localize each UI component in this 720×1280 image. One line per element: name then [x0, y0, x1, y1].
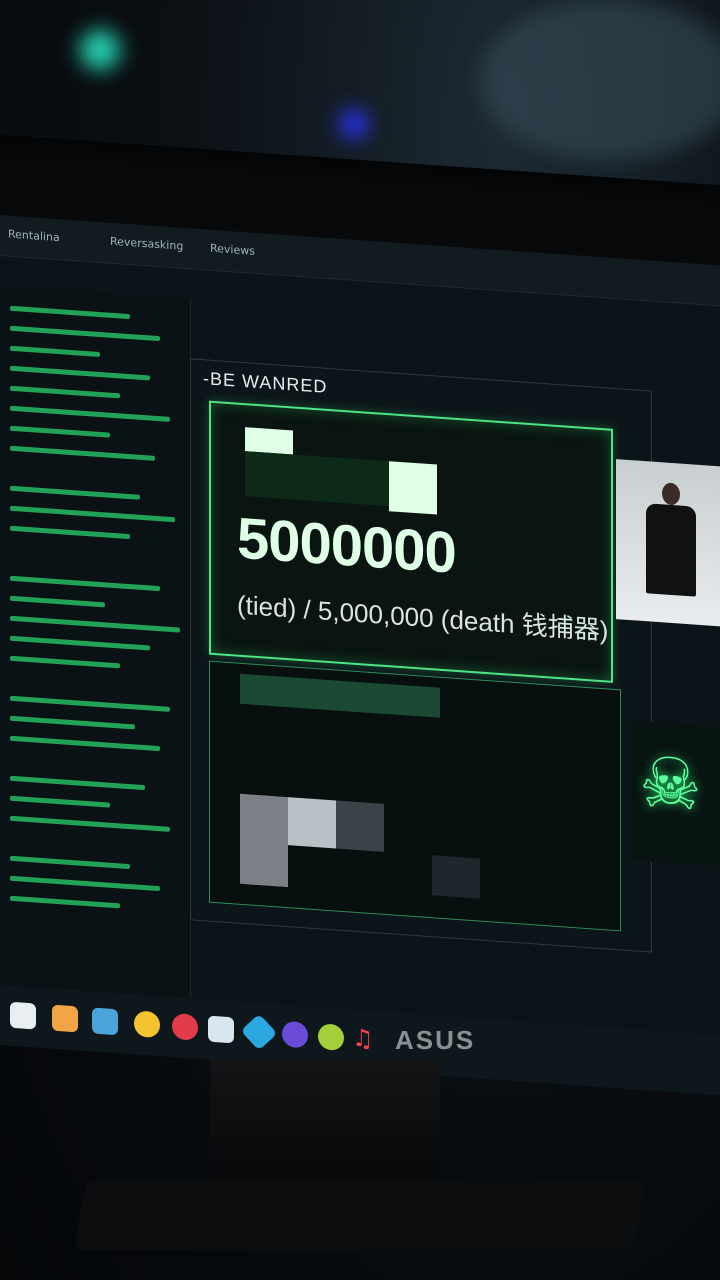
code-line: [10, 875, 160, 892]
code-line: [10, 525, 130, 540]
background-light: [80, 30, 120, 70]
bounty-box: 5000000 (tied) / 5,000,000 (death 钱捕器): [209, 400, 613, 683]
tab-2[interactable]: Reversasking: [110, 235, 183, 253]
monitor-base: [73, 1180, 647, 1250]
code-line: [10, 405, 170, 422]
code-sidebar: [0, 285, 191, 999]
panel-title: -BE WANRED: [203, 368, 328, 397]
diamond-icon[interactable]: [240, 1013, 278, 1051]
code-line: [10, 505, 175, 523]
code-line: [10, 855, 130, 870]
bounty-amount: 5000000: [237, 505, 456, 586]
pixel-block: [336, 800, 384, 852]
person-head: [662, 482, 680, 506]
code-line: [10, 895, 120, 909]
circle-icon[interactable]: [318, 1023, 344, 1052]
skull-panel: ☠: [631, 720, 720, 867]
app-icon[interactable]: [92, 1007, 118, 1036]
wanted-panel: -BE WANRED 5000000 (tied) / 5,000,000 (d…: [190, 358, 720, 953]
code-line: [10, 775, 145, 791]
folder-icon[interactable]: [52, 1004, 78, 1033]
pixel-block: [389, 461, 437, 515]
monitor-logo: ASUS: [395, 1025, 476, 1055]
red-app-icon[interactable]: [172, 1013, 198, 1041]
code-line: [10, 655, 120, 669]
code-line: [10, 485, 140, 500]
person-body: [646, 503, 696, 597]
pixel-block: [288, 797, 336, 849]
skull-icon: ☠: [639, 740, 702, 828]
pixel-block: [245, 451, 395, 507]
gem-icon[interactable]: [282, 1020, 308, 1049]
pixel-block: [240, 673, 440, 718]
code-line: [10, 425, 110, 438]
pixel-block: [240, 793, 288, 888]
background-light: [480, 0, 720, 160]
monitor-screen: Rentalina Reversasking Reviews -BE WANRE…: [0, 215, 720, 1066]
scene: { "app": { "tabs": ["Rentalina", "Revers…: [0, 0, 720, 1280]
code-line: [10, 345, 100, 357]
video-feed: [616, 459, 720, 627]
pixel-block: [245, 427, 293, 455]
browser-icon[interactable]: [134, 1010, 160, 1039]
code-line: [10, 615, 180, 633]
tab-3[interactable]: Reviews: [210, 242, 255, 258]
code-line: [10, 365, 150, 381]
info-panel: [209, 660, 621, 932]
code-line: [10, 815, 170, 832]
code-line: [10, 445, 155, 461]
code-line: [10, 715, 135, 730]
code-line: [10, 695, 170, 712]
code-line: [10, 635, 150, 651]
code-line: [10, 575, 160, 592]
code-line: [10, 795, 110, 808]
code-line: [10, 595, 105, 608]
code-line: [10, 385, 120, 399]
tab-1[interactable]: Rentalina: [8, 228, 60, 245]
bounty-subtitle: (tied) / 5,000,000 (death 钱捕器): [237, 589, 609, 646]
pixel-block: [432, 855, 480, 899]
code-line: [10, 325, 160, 342]
code-line: [10, 305, 130, 320]
home-icon[interactable]: [10, 1001, 36, 1030]
code-line: [10, 735, 160, 752]
window-icon[interactable]: [208, 1015, 234, 1044]
music-icon[interactable]: ♫: [352, 1024, 378, 1054]
background-light: [340, 110, 368, 138]
